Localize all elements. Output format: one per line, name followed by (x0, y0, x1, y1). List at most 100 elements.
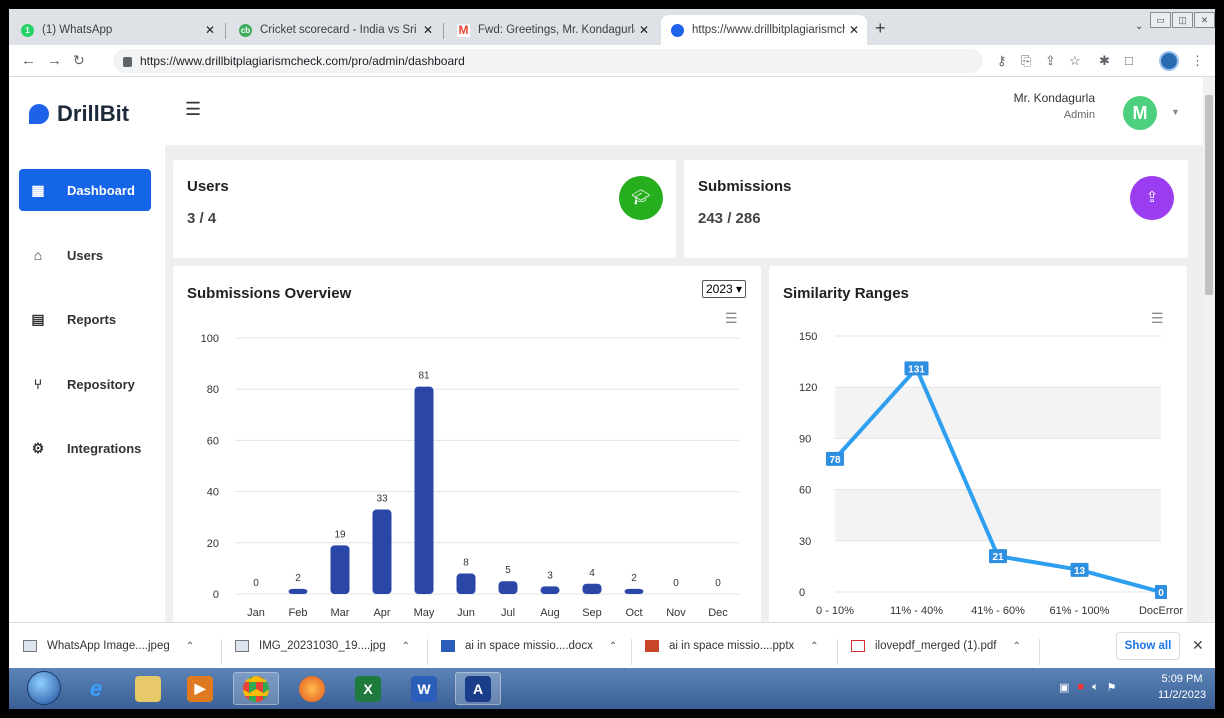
user-avatar[interactable]: M (1123, 96, 1157, 130)
chevron-up-icon[interactable]: ⌃ (402, 641, 410, 652)
sidebar-item-label: Users (67, 247, 104, 263)
bar (372, 509, 392, 594)
security-icon[interactable]: ■ (1077, 681, 1084, 694)
firefox-icon[interactable] (289, 672, 335, 705)
window-controls: ▭ ◫ ✕ (1149, 12, 1215, 28)
download-item[interactable]: ai in space missio....pptx ⌃ (645, 633, 819, 659)
bookmark-star-icon[interactable]: ☆ (1069, 53, 1081, 69)
graduation-cap-icon: 🎓︎ (619, 176, 663, 220)
x-tick-label: 61% - 100% (1050, 605, 1110, 617)
bar (330, 545, 350, 594)
browser-toolbar: ← → ↻ https://www.drillbitplagiarismchec… (9, 45, 1215, 77)
download-item[interactable]: IMG_20231030_19....jpg ⌃ (235, 633, 410, 659)
tab-gmail[interactable]: M Fwd: Greetings, Mr. Kondagurla! - ✕ (447, 15, 657, 45)
back-icon[interactable]: ← (21, 52, 36, 69)
chevron-up-icon[interactable]: ⌃ (810, 641, 818, 652)
x-tick-label: Jun (457, 607, 475, 619)
sidebar-item-users[interactable]: ⌂ Users (19, 234, 151, 276)
chevron-up-icon[interactable]: ⌃ (1012, 641, 1020, 652)
tab-drillbit[interactable]: https://www.drillbitplagiarismche ✕ (661, 15, 867, 45)
tab-cricket[interactable]: cb Cricket scorecard - India vs Sri La ✕ (229, 15, 441, 45)
close-tab-icon[interactable]: ✕ (201, 23, 219, 37)
chevron-up-icon[interactable]: ⌃ (609, 641, 617, 652)
more-menu-icon[interactable]: ⋮ (1191, 53, 1204, 69)
network-icon[interactable]: ▣ (1059, 681, 1069, 694)
download-name: IMG_20231030_19....jpg (259, 640, 386, 652)
grid-band (835, 489, 1161, 541)
download-item[interactable]: WhatsApp Image....jpeg ⌃ (23, 633, 194, 659)
show-all-downloads-button[interactable]: Show all (1116, 632, 1180, 660)
sidebar-item-label: Repository (67, 376, 135, 392)
pdf-file-icon (851, 640, 865, 652)
profile-avatar[interactable] (1159, 51, 1179, 71)
sidebar-item-label: Reports (67, 311, 117, 327)
image-file-icon (23, 640, 37, 652)
top-bar: ☰ Mr. Kondagurla Admin M ▼ (165, 77, 1203, 145)
bar-value-label: 0 (673, 578, 679, 589)
excel-icon[interactable]: X (345, 672, 391, 705)
hamburger-menu-icon[interactable]: ☰ (185, 99, 201, 120)
drillbit-favicon (671, 23, 684, 37)
sidebar-item-integrations[interactable]: ⚙ Integrations (19, 427, 151, 469)
submissions-card: Submissions 243 / 286 ⇪ (684, 160, 1188, 258)
chevron-up-icon[interactable]: ⌃ (186, 641, 194, 652)
forward-icon[interactable]: → (47, 52, 62, 69)
new-tab-button[interactable]: + (875, 18, 886, 39)
y-tick-label: 100 (201, 333, 219, 345)
start-button[interactable] (27, 671, 61, 705)
volume-icon[interactable]: 🔈︎ (1092, 681, 1099, 694)
internet-explorer-icon[interactable]: e (73, 672, 119, 705)
close-downloads-icon[interactable]: ✕ (1192, 637, 1204, 654)
action-center-icon[interactable]: ⚑ (1107, 681, 1117, 694)
tab-search-chevron-icon[interactable]: ⌄ (1135, 21, 1143, 32)
install-icon[interactable]: ⎘ (1021, 53, 1031, 69)
logo[interactable]: DrillBit (29, 101, 129, 127)
y-tick-label: 0 (799, 587, 805, 599)
reload-icon[interactable]: ↻ (73, 52, 85, 69)
close-window-button[interactable]: ✕ (1194, 12, 1215, 28)
submissions-overview-card: Submissions Overview 2023 ▾ ☰ 0 20 40 60 80 1… (173, 266, 761, 626)
extensions-icon[interactable]: ✱ (1099, 53, 1110, 69)
word-icon[interactable]: W (401, 672, 447, 705)
sidebar-item-reports[interactable]: ▤ Reports (19, 298, 151, 340)
tab-title: Fwd: Greetings, Mr. Kondagurla! - (478, 24, 635, 36)
close-tab-icon[interactable]: ✕ (845, 23, 863, 37)
lock-icon (123, 57, 132, 67)
page-scrollbar[interactable] (1203, 77, 1215, 622)
tab-title: (1) WhatsApp (42, 24, 113, 36)
download-item[interactable]: ilovepdf_merged (1).pdf ⌃ (851, 633, 1021, 659)
download-name: WhatsApp Image....jpeg (47, 640, 170, 652)
close-tab-icon[interactable]: ✕ (419, 23, 437, 37)
scrollbar-thumb[interactable] (1205, 95, 1213, 295)
sidebar-item-repository[interactable]: ⑂ Repository (19, 363, 151, 405)
file-explorer-icon[interactable] (125, 672, 171, 705)
submissions-card-title: Submissions (698, 178, 792, 195)
bar-value-label: 5 (505, 565, 511, 576)
tab-strip: 1 (1) WhatsApp ✕ cb Cricket scorecard - … (9, 9, 1215, 45)
x-tick-label: Dec (708, 607, 728, 619)
address-bar[interactable]: https://www.drillbitplagiarismcheck.com/… (113, 49, 983, 73)
bar-value-label: 2 (295, 573, 301, 584)
chrome-icon[interactable] (233, 672, 279, 705)
close-tab-icon[interactable]: ✕ (635, 23, 653, 37)
maximize-button[interactable]: ◫ (1172, 12, 1193, 28)
clock[interactable]: 5:09 PM 11/2/2023 (1153, 671, 1211, 703)
tab-whatsapp[interactable]: 1 (1) WhatsApp ✕ (11, 15, 223, 45)
download-item[interactable]: ai in space missio....docx ⌃ (441, 633, 617, 659)
bar (456, 573, 476, 594)
key-icon[interactable]: ⚷ (997, 53, 1007, 69)
bar-value-label: 4 (589, 568, 595, 579)
bar (582, 583, 602, 594)
bar (540, 586, 560, 594)
sidebar-item-label: Integrations (67, 440, 142, 456)
side-panel-icon[interactable]: □ (1125, 53, 1133, 68)
minimize-button[interactable]: ▭ (1150, 12, 1171, 28)
user-menu-caret-icon[interactable]: ▼ (1171, 107, 1180, 117)
sidebar-item-dashboard[interactable]: ▦ Dashboard (19, 169, 151, 211)
share-icon[interactable]: ⇪ (1045, 53, 1056, 69)
submissions-card-value: 243 / 286 (698, 210, 761, 227)
y-tick-label: 40 (207, 487, 219, 499)
downloads-bar: WhatsApp Image....jpeg ⌃ IMG_20231030_19.… (9, 622, 1215, 668)
media-player-icon[interactable]: ▶ (177, 672, 223, 705)
ai-app-icon[interactable]: A (455, 672, 501, 705)
